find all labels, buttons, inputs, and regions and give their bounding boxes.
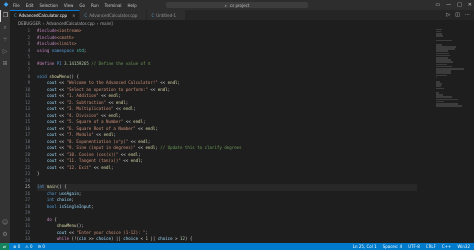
status-left: ⊗ 0 ⚠ 0 ⚙ 0 (13, 244, 45, 249)
status-problems-item[interactable]: ⚙ 0 (38, 244, 45, 249)
source-control-icon[interactable]: ⑂ (0, 34, 10, 46)
editor-tab[interactable]: C Untitled-1 (147, 10, 187, 20)
minimap-line (436, 74, 447, 77)
command-center-search[interactable]: ⌕ cs project (166, 2, 308, 8)
status-item[interactable]: Spaces: 4 (383, 244, 402, 249)
vscode-logo-icon: ◆ (3, 1, 9, 8)
status-problems-item[interactable]: ⊗ 0 (13, 244, 20, 249)
cpp-file-icon: C (84, 12, 88, 18)
breadcrumb-item[interactable]: main() (100, 21, 113, 26)
menu-item-go[interactable]: Go (79, 3, 85, 8)
code-area[interactable]: #include<iostream> #include<cmath> #includ… (37, 28, 417, 243)
status-item[interactable]: Ln 25, Col 1 (353, 244, 377, 249)
status-item[interactable]: UTF-8 (408, 244, 420, 249)
more-actions-icon[interactable]: ⋯ (465, 12, 470, 18)
remote-icon[interactable]: ⇌ (0, 243, 9, 250)
maximize-icon[interactable]: □ (457, 2, 462, 8)
menu-item-file[interactable]: File (13, 3, 20, 8)
run-debug-icon[interactable]: ▷ (0, 46, 10, 58)
search-sidebar-icon[interactable]: ⌕ (0, 22, 10, 34)
search-text: cs project (229, 2, 250, 8)
code-editor[interactable]: 1 2 3 4 5 6 7 8 9 10 11 12 13 14 15 16 17 18 19 20 21 22 23 24 2… (10, 28, 474, 243)
menu-item-view[interactable]: View (64, 3, 74, 8)
line-number-gutter: 1 2 3 4 5 6 7 8 9 10 11 12 13 14 15 16 17 18 19 20 21 22 23 24 2… (10, 28, 34, 243)
menu-item-selection[interactable]: Selection (39, 3, 57, 8)
activity-bar: ❐ ⌕ ⑂ ▷ ⊞ ☺ ⚙ (0, 10, 10, 243)
minimap-line (436, 35, 443, 37)
editor-tabs: C AdvancedCalculator.cpp × C AdvancedCalcula… (10, 10, 474, 20)
breadcrumb-item[interactable]: DEBUGGER (18, 21, 41, 26)
minimap[interactable] (436, 28, 464, 118)
status-right: Ln 25, Col 1 Spaces: 4 UTF-8 CRLF C++ Win32 (353, 244, 470, 249)
cpp-file-icon: C (151, 12, 155, 18)
window-controls: ▭ — □ ✕ (435, 0, 472, 10)
editor-actions: ▷ ◫ ⋯ (446, 10, 470, 20)
cpp-file-icon: C (14, 13, 17, 18)
menu-item-help[interactable]: Help (128, 3, 137, 8)
account-icon[interactable]: ☺ (0, 217, 10, 229)
menu-item-run[interactable]: Run (91, 3, 99, 8)
status-bar: ⇌ ⊗ 0 ⚠ 0 ⚙ 0 Ln 25, Col 1 Spaces: 4 UTF-8 CR… (0, 243, 474, 250)
minimize-icon[interactable]: — (446, 2, 451, 8)
minimap-line (436, 105, 462, 107)
editor-tab[interactable]: C AdvancedCalculator.cpp × (10, 10, 81, 20)
title-bar: ◆ File Edit Selection View Go Run Terminal Help… (0, 0, 474, 10)
editor-tab[interactable]: C AdvancedCalculator.cpp (80, 10, 148, 20)
menu-item-edit[interactable]: Edit (26, 3, 34, 8)
tab-label: Untitled-1 (156, 12, 177, 18)
status-item[interactable]: C++ (442, 244, 452, 249)
search-icon: ⌕ (224, 2, 227, 8)
tab-label: AdvancedCalculator.cpp (89, 12, 138, 18)
chevron-right-icon: › (42, 21, 45, 26)
chevron-right-icon: › (96, 21, 99, 26)
extensions-icon[interactable]: ⊞ (0, 58, 10, 70)
status-item[interactable]: Win32 (457, 244, 470, 249)
split-editor-icon[interactable]: ◫ (455, 12, 460, 18)
status-item[interactable]: CRLF (426, 244, 436, 249)
minimap-line (436, 39, 453, 42)
settings-gear-icon[interactable]: ⚙ (0, 229, 10, 241)
menu-item-terminal[interactable]: Terminal (105, 3, 122, 8)
menu-bar: File Edit Selection View Go Run Terminal Help (13, 3, 137, 8)
tab-label: AdvancedCalculator.cpp (18, 13, 68, 18)
minimap-line (436, 87, 445, 90)
explorer-icon[interactable]: ❐ (0, 10, 10, 22)
run-file-icon[interactable]: ▷ (446, 12, 450, 18)
breadcrumb-item[interactable]: AdvancedCalculator.cpp (46, 21, 94, 26)
close-window-icon[interactable]: ✕ (468, 2, 472, 8)
breadcrumb: DEBUGGER › AdvancedCalculator.cpp › main() (10, 20, 113, 27)
layout-icon[interactable]: ▭ (435, 2, 440, 8)
status-problems-item[interactable]: ⚠ 0 (25, 244, 32, 249)
close-tab-icon[interactable]: × (72, 13, 75, 18)
